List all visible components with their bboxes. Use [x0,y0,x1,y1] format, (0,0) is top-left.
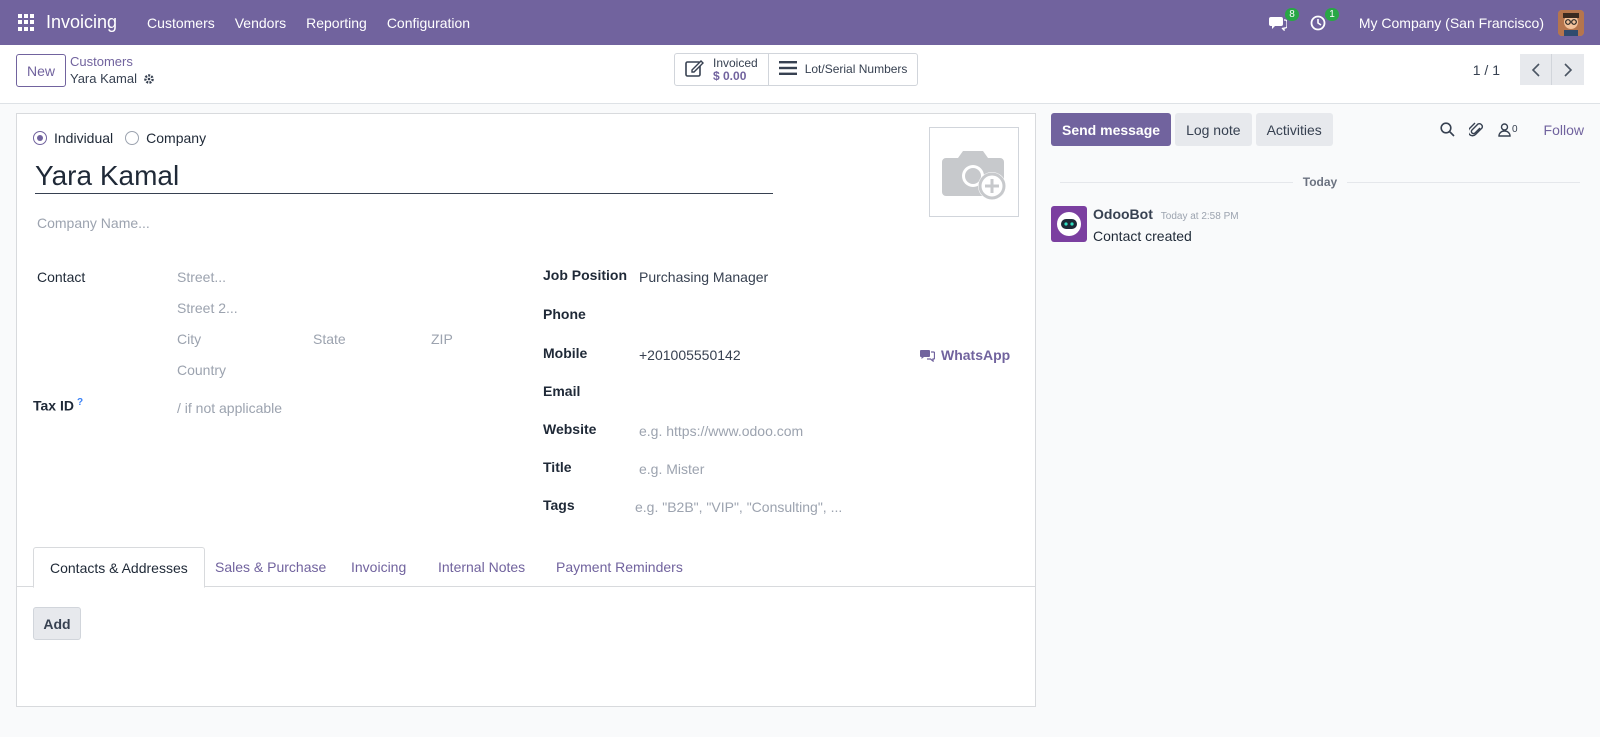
street-input[interactable]: Street... [177,269,226,285]
radio-company-label[interactable]: Company [146,130,206,146]
invoiced-label: Invoiced [713,55,758,70]
tags-label: Tags [543,497,575,513]
mobile-input[interactable]: +201005550142 [639,347,741,363]
company-type-radio: Individual Company [33,130,218,146]
breadcrumb-current-label: Yara Kamal [70,71,137,86]
tab-payment-reminders[interactable]: Payment Reminders [540,547,699,587]
notebook-tabs: Contacts & Addresses Sales & Purchase In… [17,547,1035,588]
bars-icon [778,61,797,78]
invoiced-smart-button[interactable]: Invoiced $ 0.00 [675,54,769,85]
gear-icon[interactable] [143,73,155,85]
smart-buttons: Invoiced $ 0.00 Lot/Serial Numbers [674,53,919,86]
breadcrumb-current: Yara Kamal [70,71,155,86]
messages-badge: 8 [1285,7,1299,21]
message-date: Today at 2:58 PM [1160,211,1239,222]
breadcrumb-customers[interactable]: Customers [70,54,133,69]
apps-menu-icon[interactable] [18,13,36,32]
zip-input[interactable]: ZIP [431,331,453,347]
menu-vendors[interactable]: Vendors [225,15,296,31]
contact-label: Contact [37,269,86,285]
add-button[interactable]: Add [33,607,81,640]
chevron-right-icon[interactable] [1552,54,1584,85]
tax-id-input[interactable]: / if not applicable [177,400,282,416]
chatter-message: OdooBot Today at 2:58 PM Contact created [1051,206,1239,244]
website-input[interactable]: e.g. https://www.odoo.com [639,423,803,439]
date-separator: Today [1060,172,1581,192]
tax-id-label-text: Tax ID [33,397,74,414]
log-note-button[interactable]: Log note [1175,113,1252,146]
radio-individual[interactable] [33,131,47,145]
paperclip-icon[interactable] [1468,122,1484,138]
company-switcher[interactable]: My Company (San Francisco) [1359,15,1544,31]
app-name[interactable]: Invoicing [46,12,117,33]
activities-clock-icon[interactable]: 1 [1307,7,1339,34]
tags-input[interactable]: e.g. "B2B", "VIP", "Consulting", ... [635,499,842,515]
tab-contacts-addresses[interactable]: Contacts & Addresses [33,547,205,588]
form-sheet: Individual Company Yara Kamal Company Na… [16,113,1036,707]
street2-input[interactable]: Street 2... [177,300,238,316]
activities-badge: 1 [1325,7,1339,21]
state-input[interactable]: State [313,331,346,347]
city-input[interactable]: City [177,331,201,347]
camera-plus-icon[interactable] [929,127,1019,217]
name-input[interactable]: Yara Kamal [35,160,773,194]
chatter-toolbar: Send message Log note Activities [1051,113,1337,146]
whatsapp-button[interactable]: WhatsApp [920,347,1010,363]
user-avatar[interactable] [1558,9,1584,36]
phone-label: Phone [543,306,586,322]
website-label: Website [543,421,597,437]
job-position-label: Job Position [543,267,627,283]
lot-serial-label: Lot/Serial Numbers [804,62,908,76]
tab-internal-notes[interactable]: Internal Notes [422,547,541,587]
send-message-button[interactable]: Send message [1051,113,1172,146]
whatsapp-label: WhatsApp [941,347,1011,363]
pencil-square-icon [685,59,705,80]
tax-id-help[interactable]: ? [77,397,83,408]
control-panel: New Customers Yara Kamal Invoiced $ 0.00… [0,45,1600,104]
pager-buttons [1520,54,1584,85]
email-label: Email [543,383,581,399]
pager-value[interactable]: 1 / 1 [1473,62,1500,78]
tax-id-label: Tax ID? [33,397,83,414]
chevron-left-icon[interactable] [1520,54,1552,85]
menu-customers[interactable]: Customers [137,15,225,31]
follow-button[interactable]: Follow [1544,122,1584,138]
job-position-input[interactable]: Purchasing Manager [639,269,768,285]
company-name-input[interactable]: Company Name... [37,215,517,235]
top-navbar: Invoicing Customers Vendors Reporting Co… [0,0,1600,45]
search-icon[interactable] [1440,122,1455,137]
message-author: OdooBot [1093,206,1153,222]
followers-count: 0 [1511,124,1518,135]
message-body: Contact created [1093,228,1192,244]
mobile-label: Mobile [543,345,588,361]
followers-user-icon[interactable]: 0 [1498,122,1518,137]
activities-button[interactable]: Activities [1255,113,1333,146]
menu-configuration[interactable]: Configuration [377,15,480,31]
title-label: Title [543,459,572,475]
tab-sales-purchase[interactable]: Sales & Purchase [199,547,342,587]
radio-individual-label[interactable]: Individual [54,130,113,146]
new-button[interactable]: New [16,54,67,87]
tab-invoicing[interactable]: Invoicing [335,547,422,587]
country-input[interactable]: Country [177,362,226,378]
date-separator-label: Today [1302,175,1338,189]
odoobot-avatar [1051,206,1087,242]
title-input[interactable]: e.g. Mister [639,461,704,477]
lot-serial-smart-button[interactable]: Lot/Serial Numbers [769,54,918,85]
radio-company[interactable] [125,131,140,145]
chat-bubbles-icon [920,349,935,362]
chatter-icons: 0 Follow [1426,113,1584,146]
menu-reporting[interactable]: Reporting [296,15,377,31]
messaging-icon[interactable]: 8 [1267,7,1299,34]
invoiced-value: $ 0.00 [713,68,747,83]
